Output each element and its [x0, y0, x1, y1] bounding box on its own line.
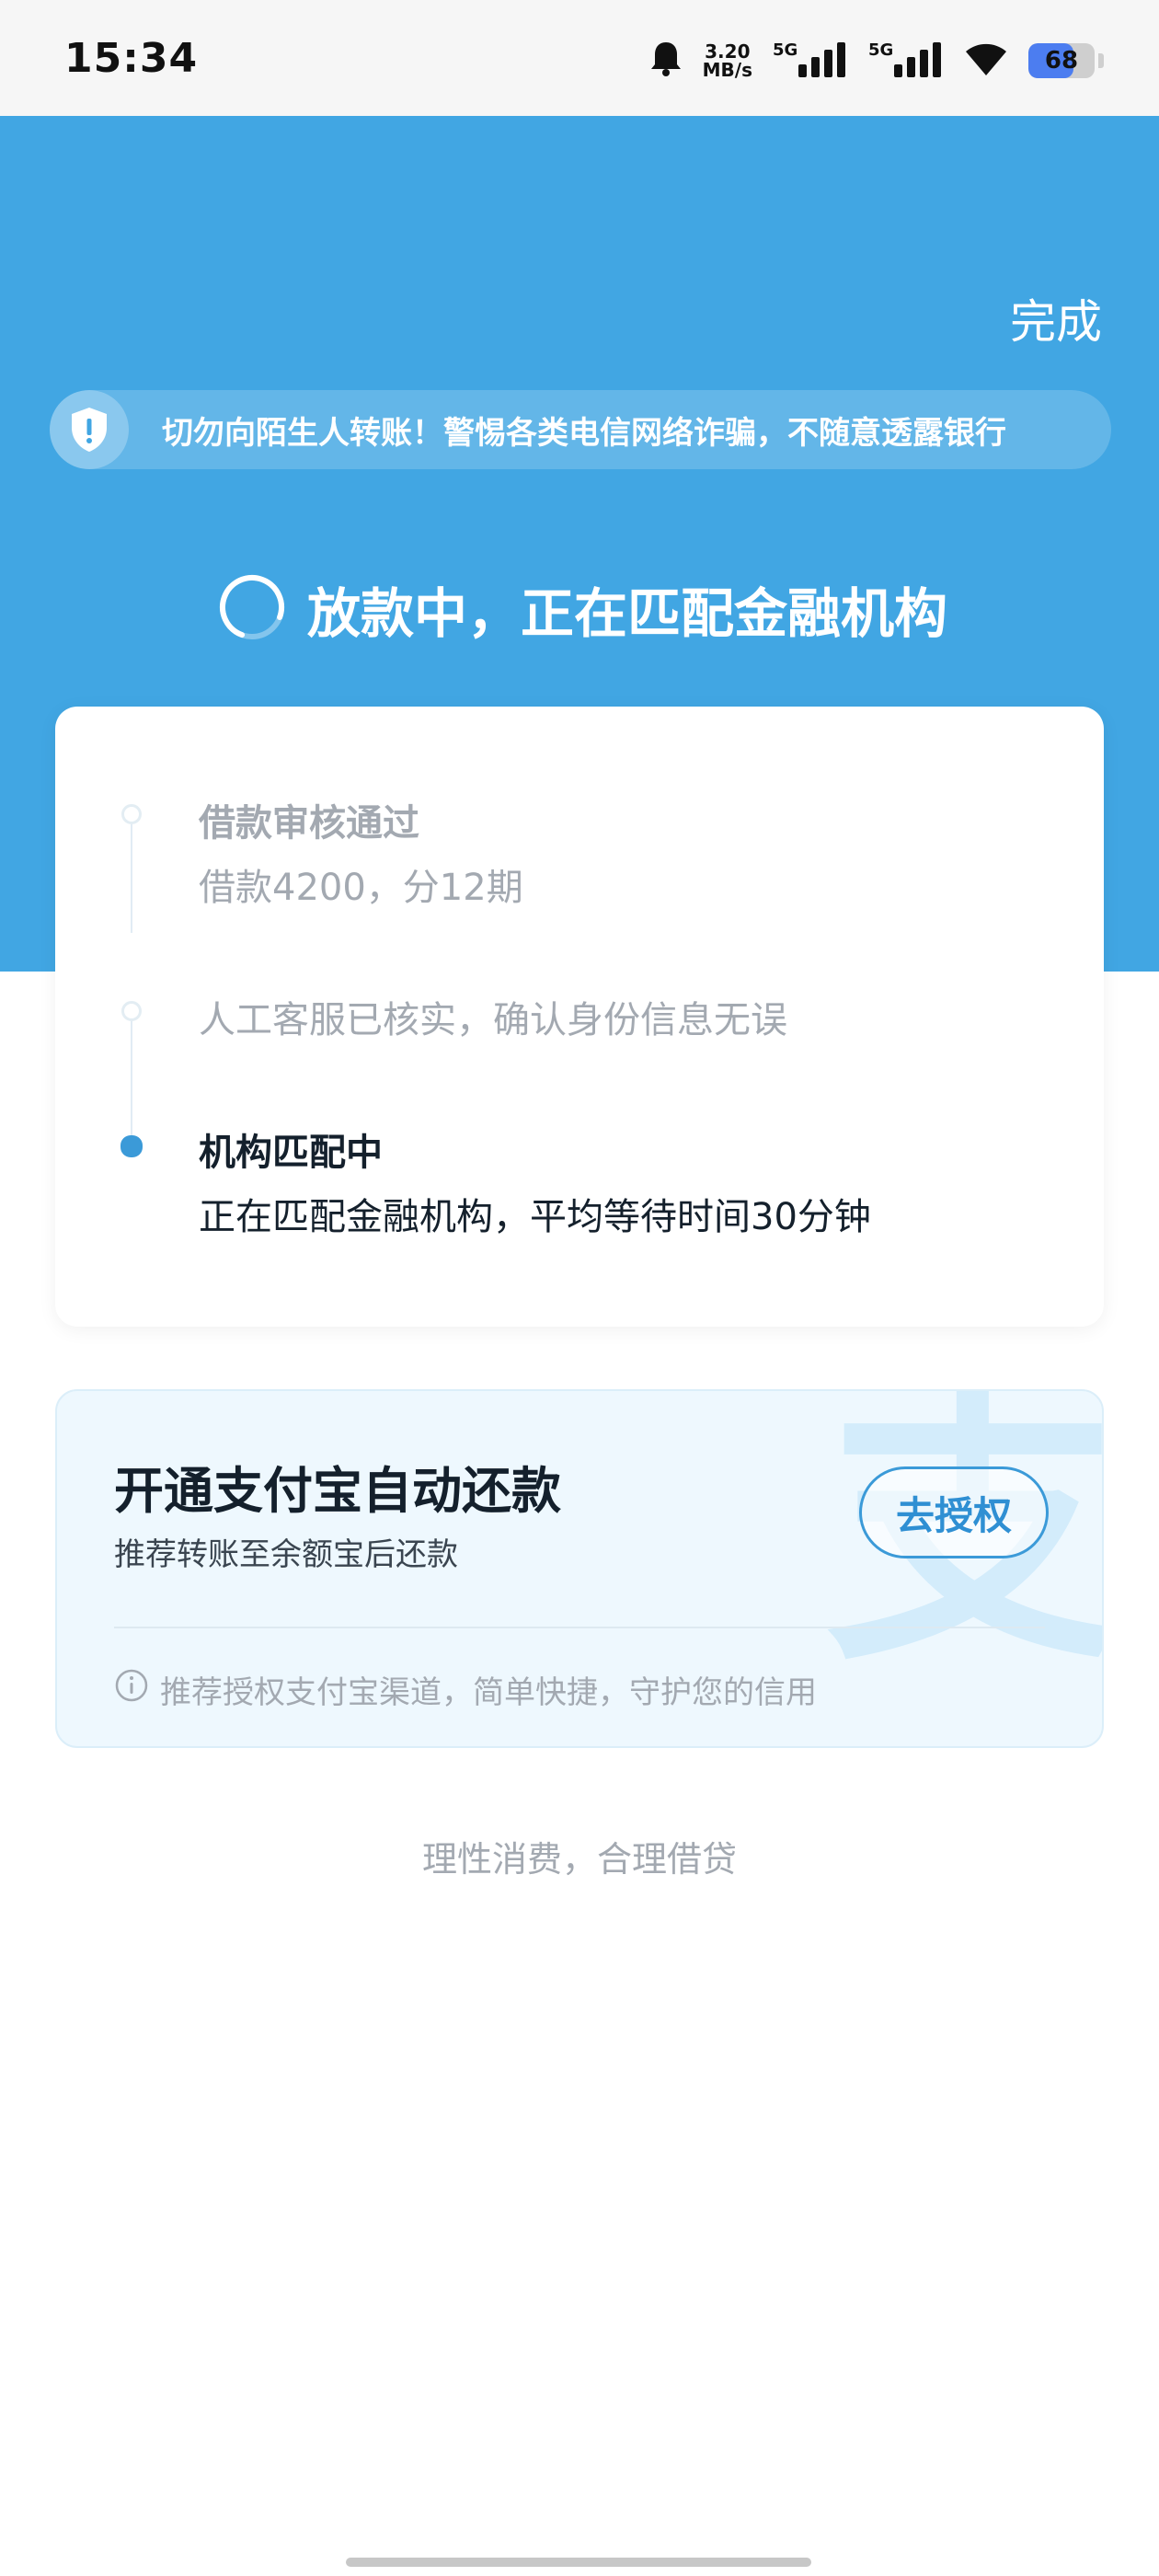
progress-timeline-card: 借款审核通过 借款4200，分12期 人工客服已核实，确认身份信息无误 机构匹配…: [55, 707, 1104, 1327]
net-speed-unit: MB/s: [702, 59, 752, 81]
battery-level: 68: [1044, 47, 1079, 75]
timeline-step-desc: 正在匹配金融机构，平均等待时间30分钟: [199, 1196, 871, 1238]
signal-label: 5G: [868, 40, 894, 60]
home-indicator[interactable]: [346, 2558, 811, 2567]
signal-label: 5G: [773, 40, 798, 60]
timeline-dot: [121, 804, 142, 824]
alipay-autopay-card: 支 开通支付宝自动还款 推荐转账至余额宝后还款 去授权 推荐授权支付宝渠道，简单…: [55, 1389, 1104, 1748]
net-speed-value: 3.20: [705, 40, 751, 63]
wifi-icon: [964, 40, 1008, 81]
signal-icon: 5G: [868, 40, 944, 81]
timeline-connector: [131, 1019, 132, 1135]
info-icon: [114, 1668, 149, 1711]
timeline-step-desc: 人工客服已核实，确认身份信息无误: [199, 999, 787, 1041]
timeline-step-desc: 借款4200，分12期: [199, 867, 523, 909]
authorize-button[interactable]: 去授权: [859, 1466, 1049, 1558]
warning-text: 切勿向陌生人转账！警惕各类电信网络诈骗，不随意透露银行: [162, 414, 1006, 452]
timeline-step-title: 机构匹配中: [199, 1132, 383, 1174]
net-speed: 3.20 MB/s: [703, 42, 752, 79]
status-icons: 3.20 MB/s 5G 5G 68: [649, 33, 1104, 88]
loan-status-title: 放款中，正在匹配金融机构: [217, 570, 947, 648]
signal-icon: 5G: [773, 40, 848, 81]
done-button[interactable]: 完成: [1010, 285, 1102, 351]
alipay-card-title: 开通支付宝自动还款: [114, 1462, 561, 1520]
battery-icon: 68: [1028, 43, 1095, 78]
timeline-dot-active: [120, 1135, 143, 1157]
shield-icon: [50, 390, 129, 469]
fraud-warning-banner: 切勿向陌生人转账！警惕各类电信网络诈骗，不随意透露银行: [50, 390, 1111, 469]
alipay-card-subtitle: 推荐转账至余额宝后还款: [114, 1536, 458, 1573]
bell-icon: [649, 40, 683, 81]
battery-tip: [1098, 53, 1104, 68]
loading-spinner-icon: [217, 572, 287, 646]
alipay-tip-text: 推荐授权支付宝渠道，简单快捷，守护您的信用: [160, 1674, 817, 1711]
timeline-connector: [131, 817, 132, 933]
timeline-step-title: 借款审核通过: [199, 802, 419, 845]
alipay-tip: 推荐授权支付宝渠道，简单快捷，守护您的信用: [114, 1667, 817, 1712]
status-title-text: 放款中，正在匹配金融机构: [307, 582, 948, 645]
timeline-dot: [121, 1001, 142, 1021]
status-bar: 15:34 3.20 MB/s 5G 5G 68: [0, 0, 1159, 116]
footer-slogan: 理性消费，合理借贷: [421, 1839, 737, 1880]
divider: [114, 1627, 1045, 1628]
status-time: 15:34: [64, 35, 199, 82]
